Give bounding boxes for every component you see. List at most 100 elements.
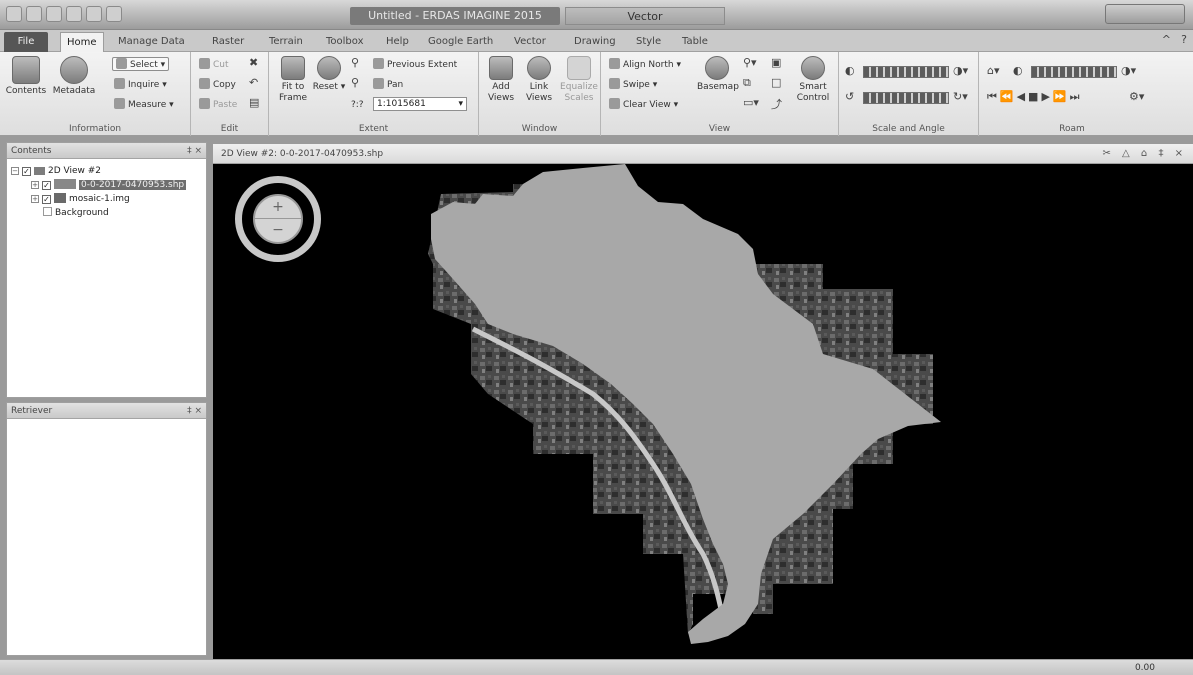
collapse-icon[interactable]: − <box>11 167 19 175</box>
scale-slider[interactable] <box>863 66 949 78</box>
paste-button[interactable]: Paste <box>199 98 237 112</box>
layer-checkbox[interactable]: ✓ <box>42 181 51 190</box>
open-icon[interactable] <box>66 6 82 22</box>
group-roam: ⌂▾ ◐ ◑▾ ⏮⏪◀■▶⏩⏭ ⚙▾ Roam <box>979 52 1165 136</box>
previous-extent-button[interactable]: Previous Extent <box>373 58 457 72</box>
link-views-button[interactable]: Link Views <box>519 56 559 104</box>
roam-speed-dropdown-icon[interactable]: ◑▾ <box>1121 64 1136 77</box>
zoom-box-icon[interactable]: ▣ <box>771 56 781 69</box>
select-icon <box>116 58 127 69</box>
zoom-in-button[interactable]: + <box>255 196 301 219</box>
tab-style[interactable]: Style <box>630 32 667 52</box>
contents-pane-controls[interactable]: ‡ × <box>187 143 202 159</box>
contents-icon <box>12 56 40 84</box>
tab-vector[interactable]: Vector <box>508 32 552 52</box>
tree-view-node[interactable]: − ✓ 2D View #2 <box>11 165 101 178</box>
swipe-button[interactable]: Swipe ▾ <box>609 78 657 92</box>
angle-slider[interactable] <box>863 92 949 104</box>
raster-icon <box>54 193 66 203</box>
tree-background[interactable]: Background <box>43 207 109 220</box>
tab-manage-data[interactable]: Manage Data <box>112 32 191 52</box>
basemap-button[interactable]: Basemap <box>697 56 739 93</box>
help-icon[interactable]: ? <box>1181 33 1187 46</box>
navigation-control[interactable]: + − <box>235 176 321 262</box>
tab-help[interactable]: Help <box>380 32 415 52</box>
tab-file[interactable]: File <box>4 32 48 52</box>
clear-view-button[interactable]: Clear View ▾ <box>609 98 678 112</box>
save-icon[interactable] <box>46 6 62 22</box>
link-views-icon <box>527 56 551 80</box>
reset-button[interactable]: Reset ▾ <box>311 56 347 93</box>
zoom-in-icon[interactable]: ⚲ <box>351 56 359 69</box>
tab-terrain[interactable]: Terrain <box>263 32 309 52</box>
add-views-button[interactable]: Add Views <box>481 56 521 104</box>
delete-icon[interactable]: ✖ <box>249 56 258 69</box>
scale-combo[interactable]: 1:1015681 ▾ <box>373 97 467 111</box>
ribbon-minimize-icon[interactable]: ^ <box>1162 33 1171 46</box>
measure-button[interactable]: Measure ▾ <box>114 98 174 112</box>
group-edit: Cut Copy Paste ✖ ↶ ▤ Edit <box>191 52 269 136</box>
expand-icon[interactable]: + <box>31 181 39 189</box>
background-checkbox[interactable] <box>43 207 52 216</box>
tab-home[interactable]: Home <box>60 32 104 52</box>
copy-button[interactable]: Copy <box>199 78 236 92</box>
roam-settings-icon[interactable]: ⚙▾ <box>1129 90 1144 103</box>
cut-button[interactable]: Cut <box>199 58 229 72</box>
map-view-canvas[interactable]: + − <box>213 164 1193 659</box>
fit-to-frame-button[interactable]: Fit to Frame <box>273 56 313 104</box>
zoom-control[interactable]: + − <box>253 194 303 244</box>
window-controls[interactable] <box>1105 4 1185 24</box>
roam-playback-controls[interactable]: ⏮⏪◀■▶⏩⏭ <box>987 90 1083 104</box>
view-checkbox[interactable]: ✓ <box>22 167 31 176</box>
quick-access-toolbar <box>6 6 122 22</box>
layers-icon[interactable]: ⧉ <box>743 76 751 90</box>
previous-extent-icon <box>373 58 384 69</box>
contents-button[interactable]: Contents <box>4 56 48 97</box>
pan-button[interactable]: Pan <box>373 78 403 92</box>
inquire-button[interactable]: Inquire ▾ <box>114 78 167 92</box>
paste-icon <box>199 98 210 109</box>
roam-path-icon[interactable]: ⌂▾ <box>987 64 1000 77</box>
frame-icon[interactable]: □ <box>771 76 781 89</box>
retriever-pane-controls[interactable]: ‡ × <box>187 403 202 419</box>
globe-icon <box>705 56 729 80</box>
title-bar: Untitled - ERDAS IMAGINE 2015 Vector <box>0 0 1193 30</box>
scale-dropdown-icon[interactable]: ◑▾ <box>953 64 968 77</box>
view-controls[interactable]: ✂ △ ⌂ ‡ × <box>1102 144 1187 164</box>
zoom-out-icon[interactable]: ⚲ <box>351 76 359 89</box>
roam-speed-slider[interactable] <box>1031 66 1117 78</box>
view-tab-title[interactable]: 2D View #2: 0-0-2017-0470953.shp <box>221 149 383 159</box>
expand-icon[interactable]: + <box>31 195 39 203</box>
angle-dropdown-icon[interactable]: ↻▾ <box>953 90 968 103</box>
tab-toolbox[interactable]: Toolbox <box>320 32 370 52</box>
align-north-button[interactable]: Align North ▾ <box>609 58 681 72</box>
scale-prefix: ?:? <box>351 100 364 110</box>
magnifier-icon[interactable]: ⚲▾ <box>743 56 757 69</box>
tab-raster[interactable]: Raster <box>206 32 250 52</box>
tab-table[interactable]: Table <box>676 32 714 52</box>
zoom-out-button[interactable]: − <box>255 219 301 242</box>
display-icon[interactable]: ▭▾ <box>743 96 759 109</box>
undo-icon[interactable] <box>86 6 102 22</box>
cursor-icon[interactable]: ⤴ <box>771 96 782 112</box>
tab-google-earth[interactable]: Google Earth <box>422 32 499 52</box>
select-button[interactable]: Select ▾ <box>112 57 170 71</box>
layer-name: 0-0-2017-0470953.shp <box>79 180 187 190</box>
layer-checkbox[interactable]: ✓ <box>42 195 51 204</box>
fit-to-frame-icon <box>281 56 305 80</box>
tree-layer-img[interactable]: + ✓ mosaic-1.img <box>31 193 130 206</box>
paste-special-icon[interactable]: ▤ <box>249 96 259 109</box>
equalize-scales-button[interactable]: Equalize Scales <box>557 56 601 104</box>
north-arrow-icon <box>609 58 620 69</box>
redo-icon[interactable] <box>106 6 122 22</box>
contents-pane-header: Contents ‡ × <box>7 143 206 159</box>
tree-layer-shp[interactable]: + ✓ 0-0-2017-0470953.shp <box>31 179 187 192</box>
app-title: Untitled - ERDAS IMAGINE 2015 <box>350 7 560 25</box>
metadata-button[interactable]: Metadata <box>52 56 96 97</box>
new-icon[interactable] <box>26 6 42 22</box>
tab-drawing[interactable]: Drawing <box>568 32 622 52</box>
smart-control-button[interactable]: Smart Control <box>791 56 835 104</box>
app-menu-icon[interactable] <box>6 6 22 22</box>
speed-icon: ◐ <box>1013 64 1023 77</box>
undo-edit-icon[interactable]: ↶ <box>249 76 258 89</box>
